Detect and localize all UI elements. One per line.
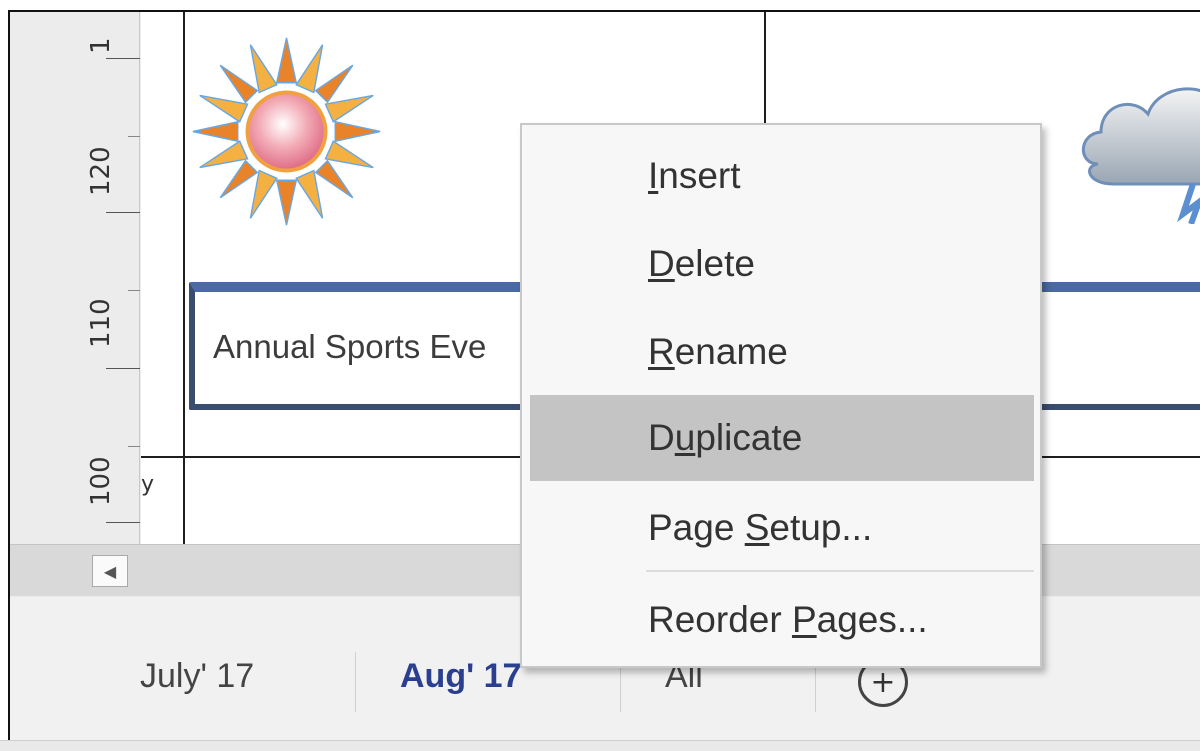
page-context-menu: Insert Delete Rename Duplicate Page Setu… (520, 123, 1042, 668)
ruler-tick (106, 58, 140, 59)
label-part: Page (648, 507, 745, 548)
vertical-ruler: 1 120 110 100 (10, 12, 140, 544)
ruler-label: 120 (86, 146, 116, 196)
ruler-tick (128, 290, 140, 291)
menu-item-duplicate[interactable]: Duplicate (530, 395, 1034, 481)
ruler-label: 110 (86, 298, 116, 348)
access-key: u (674, 417, 696, 458)
ruler-tick (106, 522, 140, 523)
label-part: plicate (695, 417, 803, 458)
access-key: R (648, 331, 675, 372)
menu-item-page-setup[interactable]: Page Setup... (530, 485, 1034, 571)
access-key: D (648, 243, 675, 284)
plus-icon: + (870, 664, 896, 700)
ruler-tick (106, 368, 140, 369)
sun-icon[interactable] (189, 34, 384, 229)
menu-item-label: Insert (648, 155, 741, 197)
label-part: nsert (658, 155, 741, 196)
label-part: ages... (816, 599, 928, 640)
cell-marker: y (141, 472, 155, 497)
label-part: ename (674, 331, 788, 372)
label-part: D (648, 417, 675, 458)
ruler-tick (128, 446, 140, 447)
ruler-tick (106, 212, 140, 213)
menu-item-delete[interactable]: Delete (530, 221, 1034, 307)
status-bar (0, 740, 1200, 751)
access-key: S (744, 507, 770, 548)
label-part: Reorder (648, 599, 792, 640)
menu-item-label: Page Setup... (648, 507, 872, 549)
label-part: etup... (769, 507, 873, 548)
grid-line (183, 12, 185, 544)
tab-aug-17[interactable]: Aug' 17 (400, 657, 521, 696)
triangle-left-icon: ◀ (103, 561, 117, 581)
menu-item-label: Reorder Pages... (648, 599, 928, 641)
access-key: I (648, 155, 659, 196)
cloud-icon[interactable] (1073, 74, 1200, 224)
access-key: P (791, 599, 817, 640)
scroll-left-button[interactable]: ◀ (92, 555, 128, 587)
menu-item-rename[interactable]: Rename (530, 309, 1034, 395)
menu-item-reorder-pages[interactable]: Reorder Pages... (530, 577, 1034, 663)
ruler-tick (128, 136, 140, 137)
tab-july-17[interactable]: July' 17 (140, 657, 254, 696)
menu-separator (646, 570, 1034, 572)
ruler-label: 100 (86, 456, 116, 506)
ruler-label: 1 (86, 37, 116, 54)
menu-item-label: Delete (648, 243, 755, 285)
menu-item-insert[interactable]: Insert (530, 133, 1034, 219)
menu-item-label: Duplicate (648, 417, 802, 459)
menu-item-label: Rename (648, 331, 788, 373)
event-label: Annual Sports Eve (213, 328, 487, 365)
label-part: elete (674, 243, 755, 284)
tab-divider (355, 652, 356, 712)
